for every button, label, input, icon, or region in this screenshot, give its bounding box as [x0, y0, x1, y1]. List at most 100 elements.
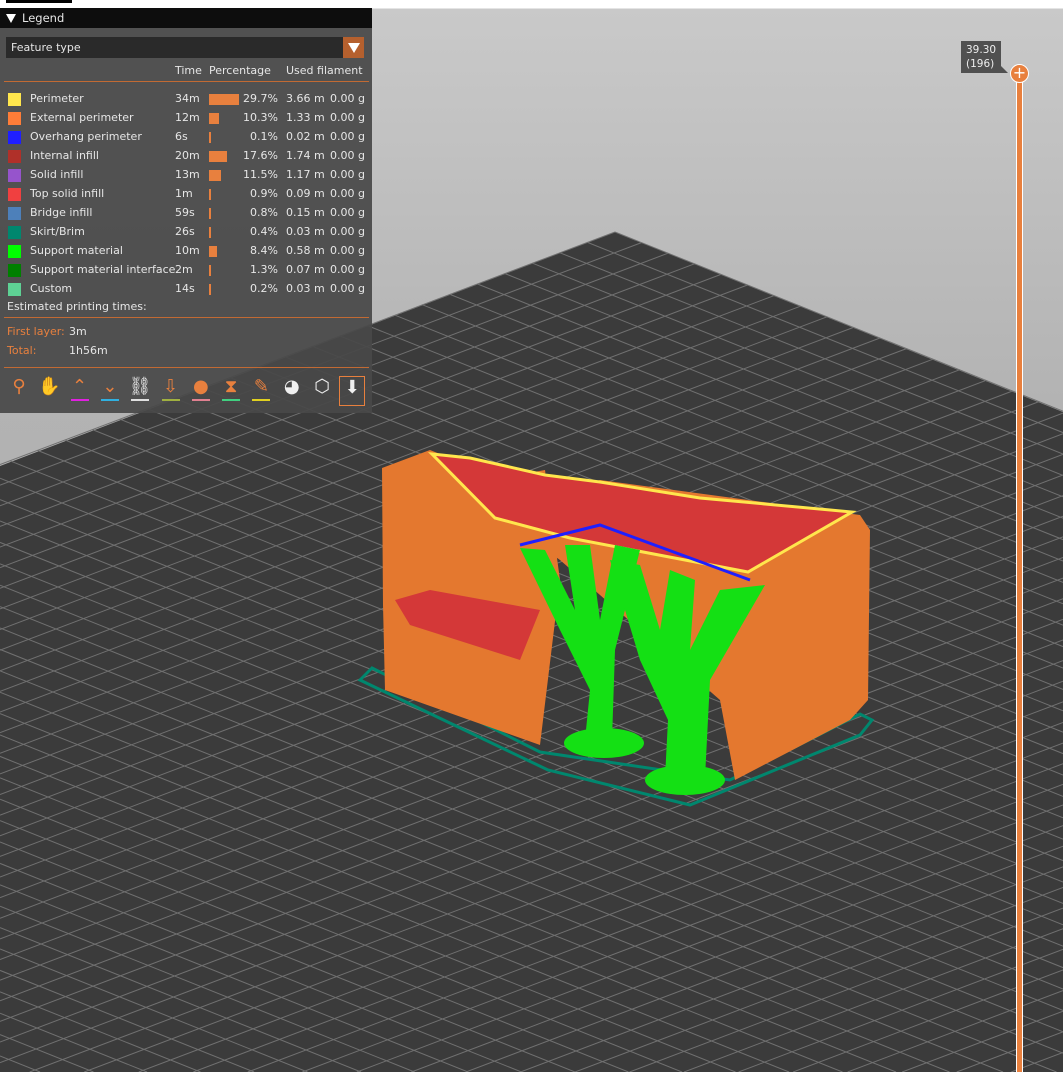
seams-icon[interactable]: ⛓ [127, 376, 153, 406]
pause-prints-icon-glyph: ⧗ [224, 376, 238, 397]
legend-row[interactable]: Perimeter 34m 29.7% 3.66 m 0.00 g [0, 90, 372, 109]
legend-row[interactable]: Overhang perimeter 6s 0.1% 0.02 m 0.00 g [0, 128, 372, 147]
feature-length: 3.66 m [286, 92, 325, 105]
feature-time: 12m [175, 111, 200, 124]
layer-number: (196) [966, 58, 995, 70]
feature-weight: 0.00 g [330, 206, 365, 219]
legend-row[interactable]: Support material 10m 8.4% 0.58 m 0.00 g [0, 242, 372, 261]
legend-row[interactable]: Bridge infill 59s 0.8% 0.15 m 0.00 g [0, 204, 372, 223]
custom-gcodes-icon[interactable]: ✎ [248, 376, 274, 406]
feature-weight: 0.00 g [330, 244, 365, 257]
view-type-dropdown[interactable]: Feature type [6, 37, 364, 58]
legend-row[interactable]: Custom 14s 0.2% 0.03 m 0.00 g [0, 280, 372, 299]
icon-underline [222, 399, 241, 401]
percentage-bar [209, 208, 211, 219]
color-swatch [8, 283, 21, 296]
tool-marker-icon-glyph: ⬇ [344, 377, 360, 398]
legend-row[interactable]: Internal infill 20m 17.6% 1.74 m 0.00 g [0, 147, 372, 166]
feature-label: Custom [30, 282, 73, 295]
feature-time: 59s [175, 206, 195, 219]
col-percentage: Percentage [209, 64, 271, 77]
feature-percentage: 0.9% [250, 187, 278, 200]
feature-label: Internal infill [30, 149, 99, 162]
percentage-bar [209, 151, 227, 162]
percentage-bar [209, 132, 211, 143]
feature-length: 0.03 m [286, 282, 325, 295]
deretractions-icon-glyph: ⌄ [102, 376, 118, 397]
feature-weight: 0.00 g [330, 225, 365, 238]
tool-changes-icon[interactable]: ⇩ [158, 376, 184, 406]
divider [4, 317, 369, 318]
feature-percentage: 8.4% [250, 244, 278, 257]
feature-time: 20m [175, 149, 200, 162]
feature-time: 1m [175, 187, 193, 200]
center-of-gravity-icon-glyph: ◕ [283, 376, 300, 397]
first-layer-label: First layer: [7, 325, 65, 338]
retractions-icon[interactable]: ⌃ [67, 376, 93, 406]
feature-label: Overhang perimeter [30, 130, 142, 143]
layer-slider-thumb[interactable]: + [1010, 64, 1029, 83]
percentage-bar [209, 113, 220, 124]
feature-length: 0.07 m [286, 263, 325, 276]
wipe-icon[interactable]: ✋ [36, 376, 62, 406]
icon-underline [191, 399, 210, 401]
color-swatch [8, 188, 21, 201]
percentage-bar [209, 94, 239, 105]
tool-marker-icon[interactable]: ⬇ [339, 376, 366, 406]
layer-slider-track[interactable] [1016, 74, 1023, 1072]
feature-label: External perimeter [30, 111, 134, 124]
collapse-triangle-icon[interactable] [6, 13, 16, 23]
center-of-gravity-icon[interactable]: ◕ [279, 376, 305, 406]
feature-percentage: 0.1% [250, 130, 278, 143]
legend-row[interactable]: External perimeter 12m 10.3% 1.33 m 0.00… [0, 109, 372, 128]
color-swatch [8, 264, 21, 277]
travel-icon[interactable]: ⚲ [6, 376, 32, 406]
icon-underline [161, 399, 180, 401]
seams-icon-glyph: ⛓ [128, 376, 152, 397]
feature-weight: 0.00 g [330, 282, 365, 295]
legend-row[interactable]: Solid infill 13m 11.5% 1.17 m 0.00 g [0, 166, 372, 185]
icon-underline [252, 399, 271, 401]
feature-length: 0.03 m [286, 225, 325, 238]
retractions-icon-glyph: ⌃ [72, 376, 88, 397]
percentage-bar [209, 246, 218, 257]
feature-label: Support material interface [30, 263, 176, 276]
dropdown-arrow-icon[interactable] [343, 37, 364, 58]
feature-label: Top solid infill [30, 187, 105, 200]
feature-weight: 0.00 g [330, 263, 365, 276]
icon-underline [100, 399, 119, 401]
feature-weight: 0.00 g [330, 130, 365, 143]
feature-percentage: 1.3% [250, 263, 278, 276]
shells-icon-glyph: ⬡ [314, 376, 330, 397]
feature-percentage: 10.3% [243, 111, 278, 124]
color-swatch [8, 150, 21, 163]
color-changes-icon-glyph: ● [192, 376, 209, 397]
percentage-bar [209, 189, 211, 200]
shells-icon[interactable]: ⬡ [309, 376, 335, 406]
feature-percentage: 0.4% [250, 225, 278, 238]
feature-weight: 0.00 g [330, 187, 365, 200]
feature-time: 6s [175, 130, 188, 143]
legend-header[interactable]: Legend [0, 8, 372, 28]
feature-time: 10m [175, 244, 200, 257]
legend-row[interactable]: Skirt/Brim 26s 0.4% 0.03 m 0.00 g [0, 223, 372, 242]
pause-prints-icon[interactable]: ⧗ [218, 376, 244, 406]
color-swatch [8, 131, 21, 144]
feature-weight: 0.00 g [330, 92, 365, 105]
feature-length: 0.15 m [286, 206, 325, 219]
feature-label: Skirt/Brim [30, 225, 85, 238]
legend-row[interactable]: Top solid infill 1m 0.9% 0.09 m 0.00 g [0, 185, 372, 204]
travel-icon-glyph: ⚲ [12, 376, 26, 397]
estimated-times-title: Estimated printing times: [7, 300, 147, 313]
color-swatch [8, 93, 21, 106]
deretractions-icon[interactable]: ⌄ [97, 376, 123, 406]
legend-row[interactable]: Support material interface 2m 1.3% 0.07 … [0, 261, 372, 280]
legend-title: Legend [22, 11, 65, 25]
first-layer-value: 3m [69, 325, 87, 338]
color-changes-icon[interactable]: ● [188, 376, 214, 406]
wipe-icon-glyph: ✋ [38, 376, 61, 397]
view-type-value: Feature type [11, 41, 81, 54]
percentage-bar [209, 284, 211, 295]
percentage-bar [209, 265, 211, 276]
total-label: Total: [7, 344, 37, 357]
